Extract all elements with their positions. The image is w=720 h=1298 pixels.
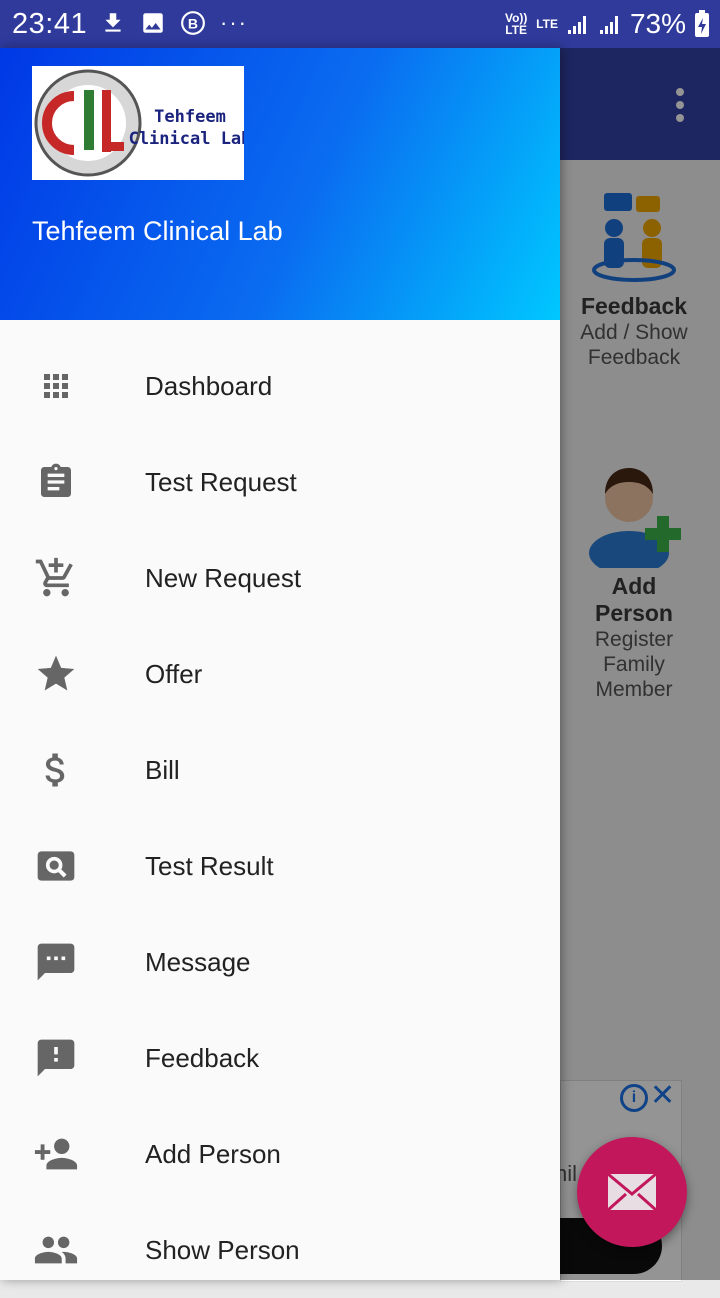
image-icon bbox=[143, 13, 163, 33]
menu-item-test-result[interactable]: Test Result bbox=[0, 818, 560, 914]
drawer-title: Tehfeem Clinical Lab bbox=[32, 216, 283, 246]
menu-item-show-person[interactable]: Show Person bbox=[0, 1202, 560, 1298]
menu-item-test-request[interactable]: Test Request bbox=[0, 434, 560, 530]
star-icon bbox=[32, 650, 80, 698]
person-add-icon bbox=[32, 1130, 80, 1178]
signal-icon bbox=[567, 16, 586, 34]
menu-item-message[interactable]: Message bbox=[0, 914, 560, 1010]
lab-logo: Tehfeem Clinical Lab bbox=[32, 66, 251, 180]
people-icon bbox=[32, 1226, 80, 1274]
menu-label-feedback: Feedback bbox=[145, 1042, 260, 1073]
menu-label-bill: Bill bbox=[145, 754, 180, 785]
mail-fab[interactable] bbox=[577, 1137, 687, 1247]
drawer-menu: Dashboard Test Request New Request Offer… bbox=[0, 338, 560, 1298]
logo-text-line2: Clinical Lab bbox=[129, 129, 244, 149]
mail-icon bbox=[607, 1172, 657, 1212]
lte-indicator: LTE bbox=[536, 17, 558, 31]
feedback-icon bbox=[32, 1034, 80, 1082]
more-notifications-icon: ··· bbox=[220, 10, 248, 35]
menu-label-offer: Offer bbox=[145, 658, 203, 689]
menu-label-dashboard: Dashboard bbox=[145, 370, 273, 401]
menu-label-test-result: Test Result bbox=[145, 850, 274, 881]
menu-item-offer[interactable]: Offer bbox=[0, 626, 560, 722]
menu-item-add-person[interactable]: Add Person bbox=[0, 1106, 560, 1202]
menu-label-new-request: New Request bbox=[145, 562, 302, 593]
apps-grid-icon bbox=[32, 362, 80, 410]
status-bar: 23:41 B ··· Vo)) LTE LTE 73% bbox=[0, 0, 720, 48]
menu-item-bill[interactable]: Bill bbox=[0, 722, 560, 818]
svg-text:B: B bbox=[188, 15, 198, 31]
signal-roaming-icon bbox=[599, 16, 618, 34]
volte-indicator: Vo)) LTE bbox=[504, 11, 528, 37]
menu-item-feedback[interactable]: Feedback bbox=[0, 1010, 560, 1106]
menu-label-add-person: Add Person bbox=[145, 1138, 281, 1169]
menu-item-dashboard[interactable]: Dashboard bbox=[0, 338, 560, 434]
status-time: 23:41 bbox=[12, 8, 88, 40]
search-image-icon bbox=[32, 842, 80, 890]
menu-label-show-person: Show Person bbox=[145, 1234, 300, 1265]
clipboard-icon bbox=[32, 458, 80, 506]
message-icon bbox=[32, 938, 80, 986]
logo-text-line1: Tehfeem bbox=[154, 107, 226, 127]
menu-label-test-request: Test Request bbox=[145, 466, 297, 497]
add-cart-icon bbox=[32, 554, 80, 602]
menu-item-new-request[interactable]: New Request bbox=[0, 530, 560, 626]
navigation-drawer: Tehfeem Clinical Lab Tehfeem Clinical La… bbox=[0, 48, 560, 1280]
dollar-icon bbox=[32, 746, 80, 794]
battery-percent: 73% bbox=[629, 8, 686, 39]
drawer-header: Tehfeem Clinical Lab Tehfeem Clinical La… bbox=[0, 48, 560, 320]
battery-charging-icon bbox=[695, 10, 709, 37]
download-icon bbox=[105, 13, 121, 32]
b-badge-icon: B bbox=[181, 11, 205, 35]
menu-label-message: Message bbox=[145, 946, 251, 977]
